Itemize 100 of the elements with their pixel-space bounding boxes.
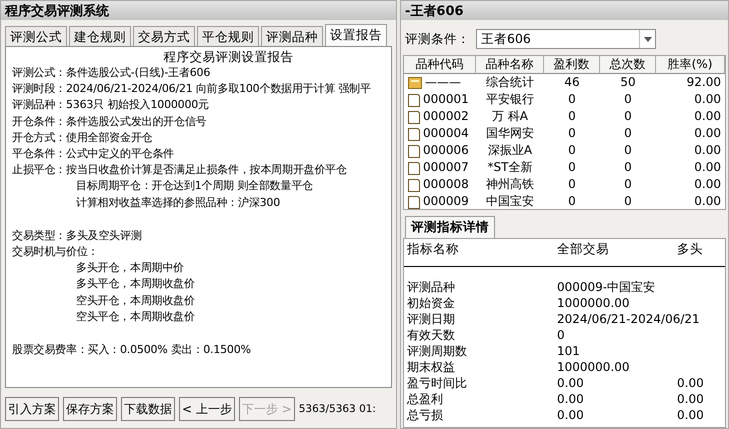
- table-cell-text: 期末权益: [406, 359, 456, 375]
- table-cell-text: 0: [623, 125, 633, 142]
- table-cell-text: 0.00: [556, 375, 585, 391]
- tab[interactable]: 平仓规则: [197, 26, 259, 46]
- table-cell-text: 46: [563, 74, 581, 91]
- tab[interactable]: 评测公式: [5, 26, 67, 46]
- table-cell-text: 万 科A: [490, 108, 530, 125]
- report-line: 多头平仓，本周期收盘价: [75, 276, 195, 292]
- table-cell-text: 有效天数: [406, 327, 456, 343]
- table-cell-text: 92.00: [686, 74, 722, 91]
- tab[interactable]: 交易方式: [133, 26, 195, 46]
- table-cell-text: 初始资金: [406, 295, 456, 311]
- table-cell-text: 0.00: [693, 108, 722, 125]
- table-cell-text: 盈亏时间比: [406, 375, 468, 391]
- table-cell-text: 0.00: [676, 375, 705, 391]
- column-header[interactable]: 品种代码: [404, 56, 476, 74]
- stock-code: 000007: [423, 159, 469, 176]
- table-cell-text: 0: [567, 125, 577, 142]
- table-cell-text: 0.00: [693, 142, 722, 159]
- table-cell-text: 评测日期: [406, 311, 456, 327]
- table-cell-text: 1000000.00: [556, 295, 631, 311]
- table-cell-text: 中国宝安: [485, 193, 535, 210]
- table-cell-text: 0: [623, 193, 633, 210]
- table-cell-text: 0: [567, 108, 577, 125]
- panel-title: -王者606: [401, 1, 728, 20]
- dropdown-arrow-icon: [644, 36, 652, 42]
- table-cell-text: 0: [623, 176, 633, 193]
- document-icon: [408, 160, 420, 174]
- table-cell-text: 0: [567, 159, 577, 176]
- toolbar-button[interactable]: 引入方案: [5, 397, 59, 421]
- document-icon: [408, 178, 420, 192]
- report-line: 多头开仓，本周期中价: [75, 260, 184, 276]
- report-line: 空头开仓，本周期收盘价: [75, 292, 195, 309]
- report-line: 平仓条件：公式中定义的平仓条件: [12, 146, 174, 162]
- column-header: 指标名称: [407, 241, 460, 258]
- column-header[interactable]: 盈利数: [544, 56, 600, 74]
- stock-code: 000002: [423, 108, 469, 125]
- column-header[interactable]: 胜率(%): [656, 56, 725, 74]
- stock-code: 000001: [423, 91, 469, 108]
- column-header[interactable]: 品种名称: [476, 56, 544, 74]
- table-cell-text: 0: [623, 159, 633, 176]
- progress-status: 5363/5363 01:: [298, 403, 376, 415]
- stock-code: 000004: [423, 125, 469, 142]
- report-line: 计算相对收益率选择的参照品种：沪深300: [75, 194, 280, 211]
- table-cell-text: 总盈利: [406, 391, 444, 407]
- column-header: 全部交易: [557, 241, 610, 258]
- document-icon: [408, 126, 420, 140]
- column-header[interactable]: 总次数: [600, 56, 656, 74]
- report-line: 交易类型：多头及空头评测: [12, 228, 142, 244]
- tab[interactable]: 设置报告: [325, 24, 387, 46]
- table-cell-text: 0.00: [693, 176, 722, 193]
- stock-code: 000008: [423, 176, 469, 193]
- report-line: 评测品种：5363只 初始投入1000000元: [12, 97, 209, 114]
- table-cell-text: 1000000.00: [556, 359, 631, 375]
- table-cell-text: 评测品种: [406, 279, 456, 295]
- report-line: 止损平仓：按当日收盘价计算是否满足止损条件，按本周期开盘价平仓: [12, 162, 347, 178]
- table-cell-text: 深振业A: [486, 142, 534, 159]
- stock-code: ———: [425, 74, 461, 91]
- table-cell-text: 0: [623, 142, 633, 159]
- toolbar-button[interactable]: < 上一步: [179, 397, 235, 421]
- folder-icon: [408, 76, 422, 89]
- report-line: 交易时机与价位：: [12, 244, 98, 260]
- tab[interactable]: 评测品种: [261, 26, 323, 46]
- table-cell-text: 0.00: [556, 407, 585, 423]
- detail-tab[interactable]: 评测指标详情: [405, 216, 495, 238]
- condition-dropdown[interactable]: 王者606: [476, 29, 656, 49]
- report-line: 评测时段：2024/06/21-2024/06/21 向前多取100个数据用于计算 强制平: [12, 81, 371, 98]
- condition-label: 评测条件：: [405, 30, 470, 48]
- report-line: 股票交易费率：买入：0.0500% 卖出：0.1500%: [12, 342, 251, 358]
- table-cell-text: 0: [567, 176, 577, 193]
- document-icon: [408, 110, 420, 124]
- table-cell-text: 101: [556, 343, 581, 359]
- report-line: 评测公式：条件选股公式-(日线)-王者606: [12, 65, 210, 81]
- table-cell-text: 0: [567, 142, 577, 159]
- tab[interactable]: 建仓规则: [69, 26, 131, 46]
- table-cell-text: 0: [567, 193, 577, 210]
- report-line: 开仓方式：使用全部资金开仓: [12, 130, 152, 146]
- table-cell-text: 总亏损: [406, 407, 444, 423]
- document-icon: [408, 144, 420, 158]
- table-cell-text: *ST全新: [486, 159, 534, 176]
- table-cell-text: 评测周期数: [406, 343, 468, 359]
- table-cell-text: 0: [623, 108, 633, 125]
- stock-code: 000009: [423, 193, 469, 210]
- table-cell-text: 0.00: [556, 391, 585, 407]
- table-cell-text: 平安银行: [485, 91, 535, 108]
- table-cell-text: 0.00: [676, 407, 705, 423]
- table-cell-text: 0: [623, 91, 633, 108]
- table-cell-text: 国华网安: [485, 125, 535, 142]
- toolbar-button[interactable]: 保存方案: [63, 397, 117, 421]
- table-cell-text: 综合统计: [485, 74, 535, 91]
- table-cell-text: 0.00: [676, 391, 705, 407]
- table-cell-text: 0.00: [693, 91, 722, 108]
- report-line: 空头平仓，本周期收盘价: [75, 308, 195, 325]
- stock-code: 000006: [423, 142, 469, 159]
- table-cell-text: 0.00: [693, 193, 722, 210]
- report-heading: 程序交易评测设置报告: [162, 49, 294, 65]
- report-line: 开仓条件：条件选股公式发出的开仓信号: [12, 114, 206, 130]
- table-cell-text: 50: [619, 74, 637, 91]
- table-cell-text: 000009-中国宝安: [556, 279, 656, 295]
- toolbar-button[interactable]: 下载数据: [121, 397, 175, 421]
